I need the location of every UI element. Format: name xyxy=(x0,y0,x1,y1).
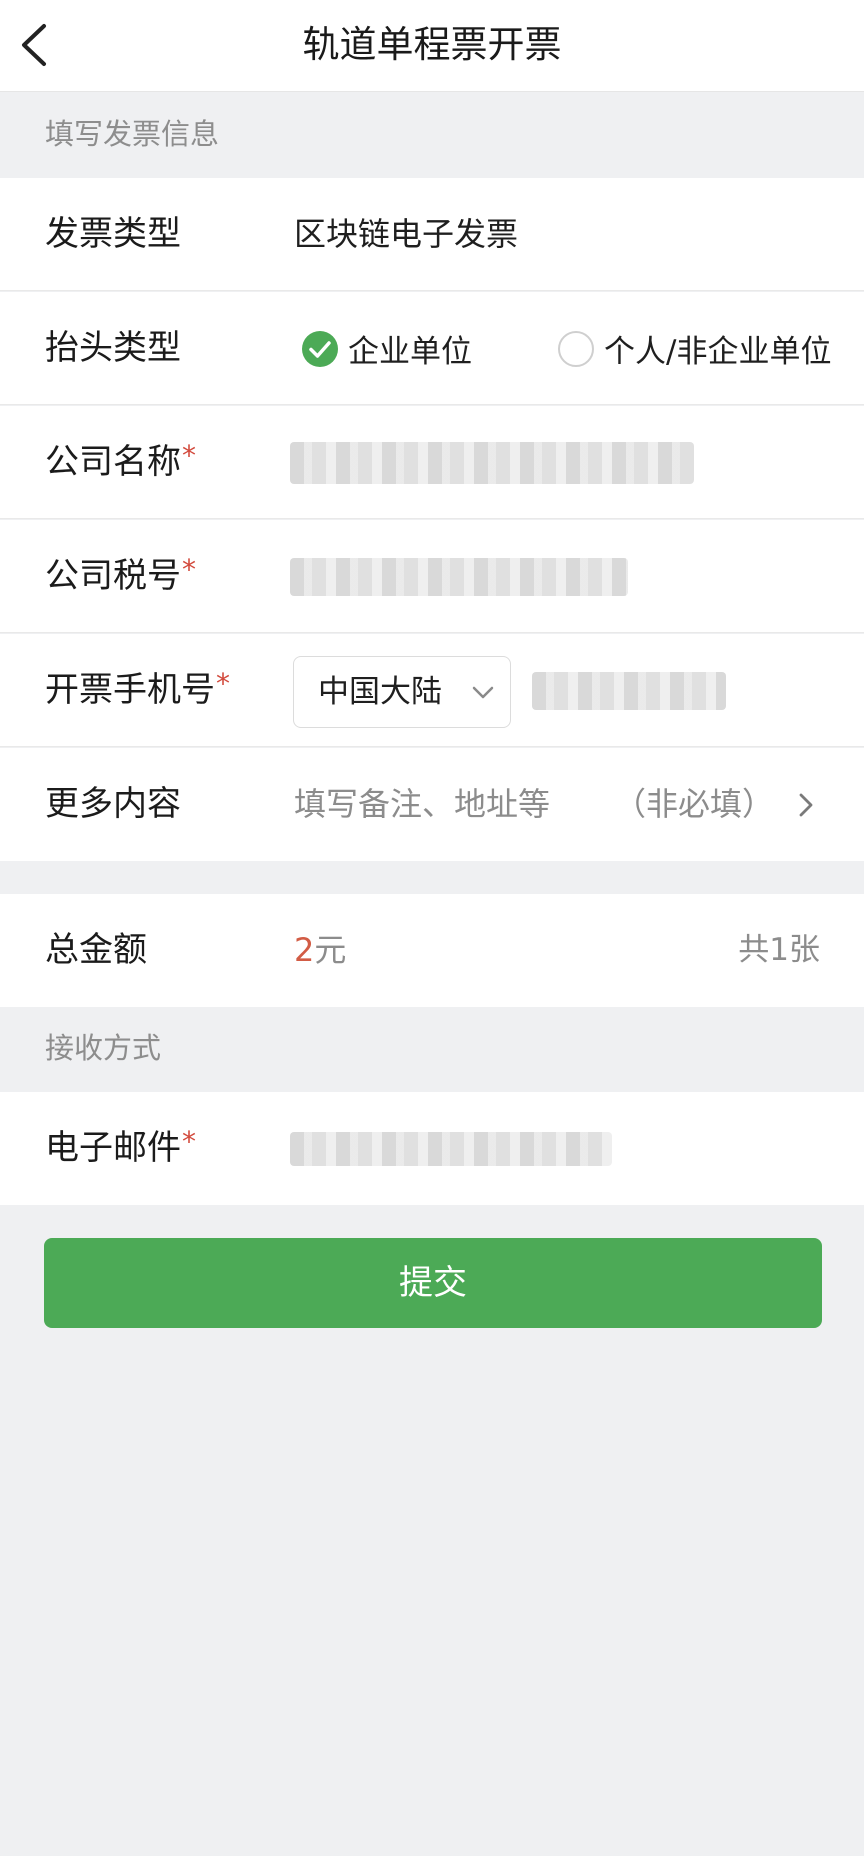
region-select-value: 中国大陆 xyxy=(318,674,442,710)
company-name-row: 公司名称* xyxy=(0,406,864,519)
chevron-down-icon xyxy=(472,686,494,699)
phone-label: 开票手机号* xyxy=(45,667,230,710)
required-mark: * xyxy=(182,1125,196,1158)
chevron-right-icon xyxy=(799,793,813,817)
total-amount-row: 总金额 2元 共1张 xyxy=(0,894,864,1007)
invoice-type-value: 区块链电子发票 xyxy=(294,215,519,253)
company-name-label: 公司名称* xyxy=(45,439,196,482)
navigation-bar: 轨道单程票开票 xyxy=(0,0,864,92)
optional-note: （非必填） xyxy=(613,785,774,823)
radio-enterprise-label: 企业单位 xyxy=(348,334,472,370)
ticket-count: 共1张 xyxy=(738,932,820,968)
title-type-label: 抬头类型 xyxy=(45,328,181,368)
email-row: 电子邮件* xyxy=(0,1092,864,1205)
required-mark: * xyxy=(182,439,196,472)
radio-enterprise[interactable]: 企业单位 xyxy=(302,292,472,405)
amount-unit: 元 xyxy=(314,931,347,969)
required-mark: * xyxy=(182,553,196,586)
required-mark: * xyxy=(216,667,230,700)
company-name-field[interactable] xyxy=(290,442,694,484)
region-select[interactable]: 中国大陆 xyxy=(293,656,511,728)
page-title: 轨道单程票开票 xyxy=(302,23,562,66)
submit-button[interactable]: 提交 xyxy=(44,1238,822,1328)
title-type-row: 抬头类型 企业单位 个人/非企业单位 xyxy=(0,292,864,405)
invoice-type-label: 发票类型 xyxy=(45,214,181,254)
section-title-invoice-info: 填写发票信息 xyxy=(45,117,220,151)
tax-id-label: 公司税号* xyxy=(45,553,196,596)
more-content-placeholder: 填写备注、地址等 xyxy=(294,785,551,823)
section-title-receive-method: 接收方式 xyxy=(45,1031,162,1065)
email-field[interactable] xyxy=(290,1132,612,1166)
invoice-type-row: 发票类型 区块链电子发票 xyxy=(0,178,864,291)
check-circle-icon xyxy=(302,330,338,367)
phone-row: 开票手机号* 中国大陆 xyxy=(0,634,864,747)
radio-empty-icon xyxy=(558,330,594,367)
amount-number: 2 xyxy=(294,931,315,969)
total-amount-label: 总金额 xyxy=(45,930,147,970)
phone-number-field[interactable] xyxy=(532,672,726,710)
more-content-label: 更多内容 xyxy=(45,784,181,824)
radio-individual-label: 个人/非企业单位 xyxy=(604,334,832,370)
email-label: 电子邮件* xyxy=(45,1125,196,1168)
total-amount-value: 2元 xyxy=(294,894,346,1007)
radio-individual[interactable]: 个人/非企业单位 xyxy=(558,292,831,405)
tax-id-row: 公司税号* xyxy=(0,520,864,633)
more-content-row[interactable]: 更多内容 填写备注、地址等 （非必填） xyxy=(0,748,864,861)
tax-id-field[interactable] xyxy=(290,558,628,596)
